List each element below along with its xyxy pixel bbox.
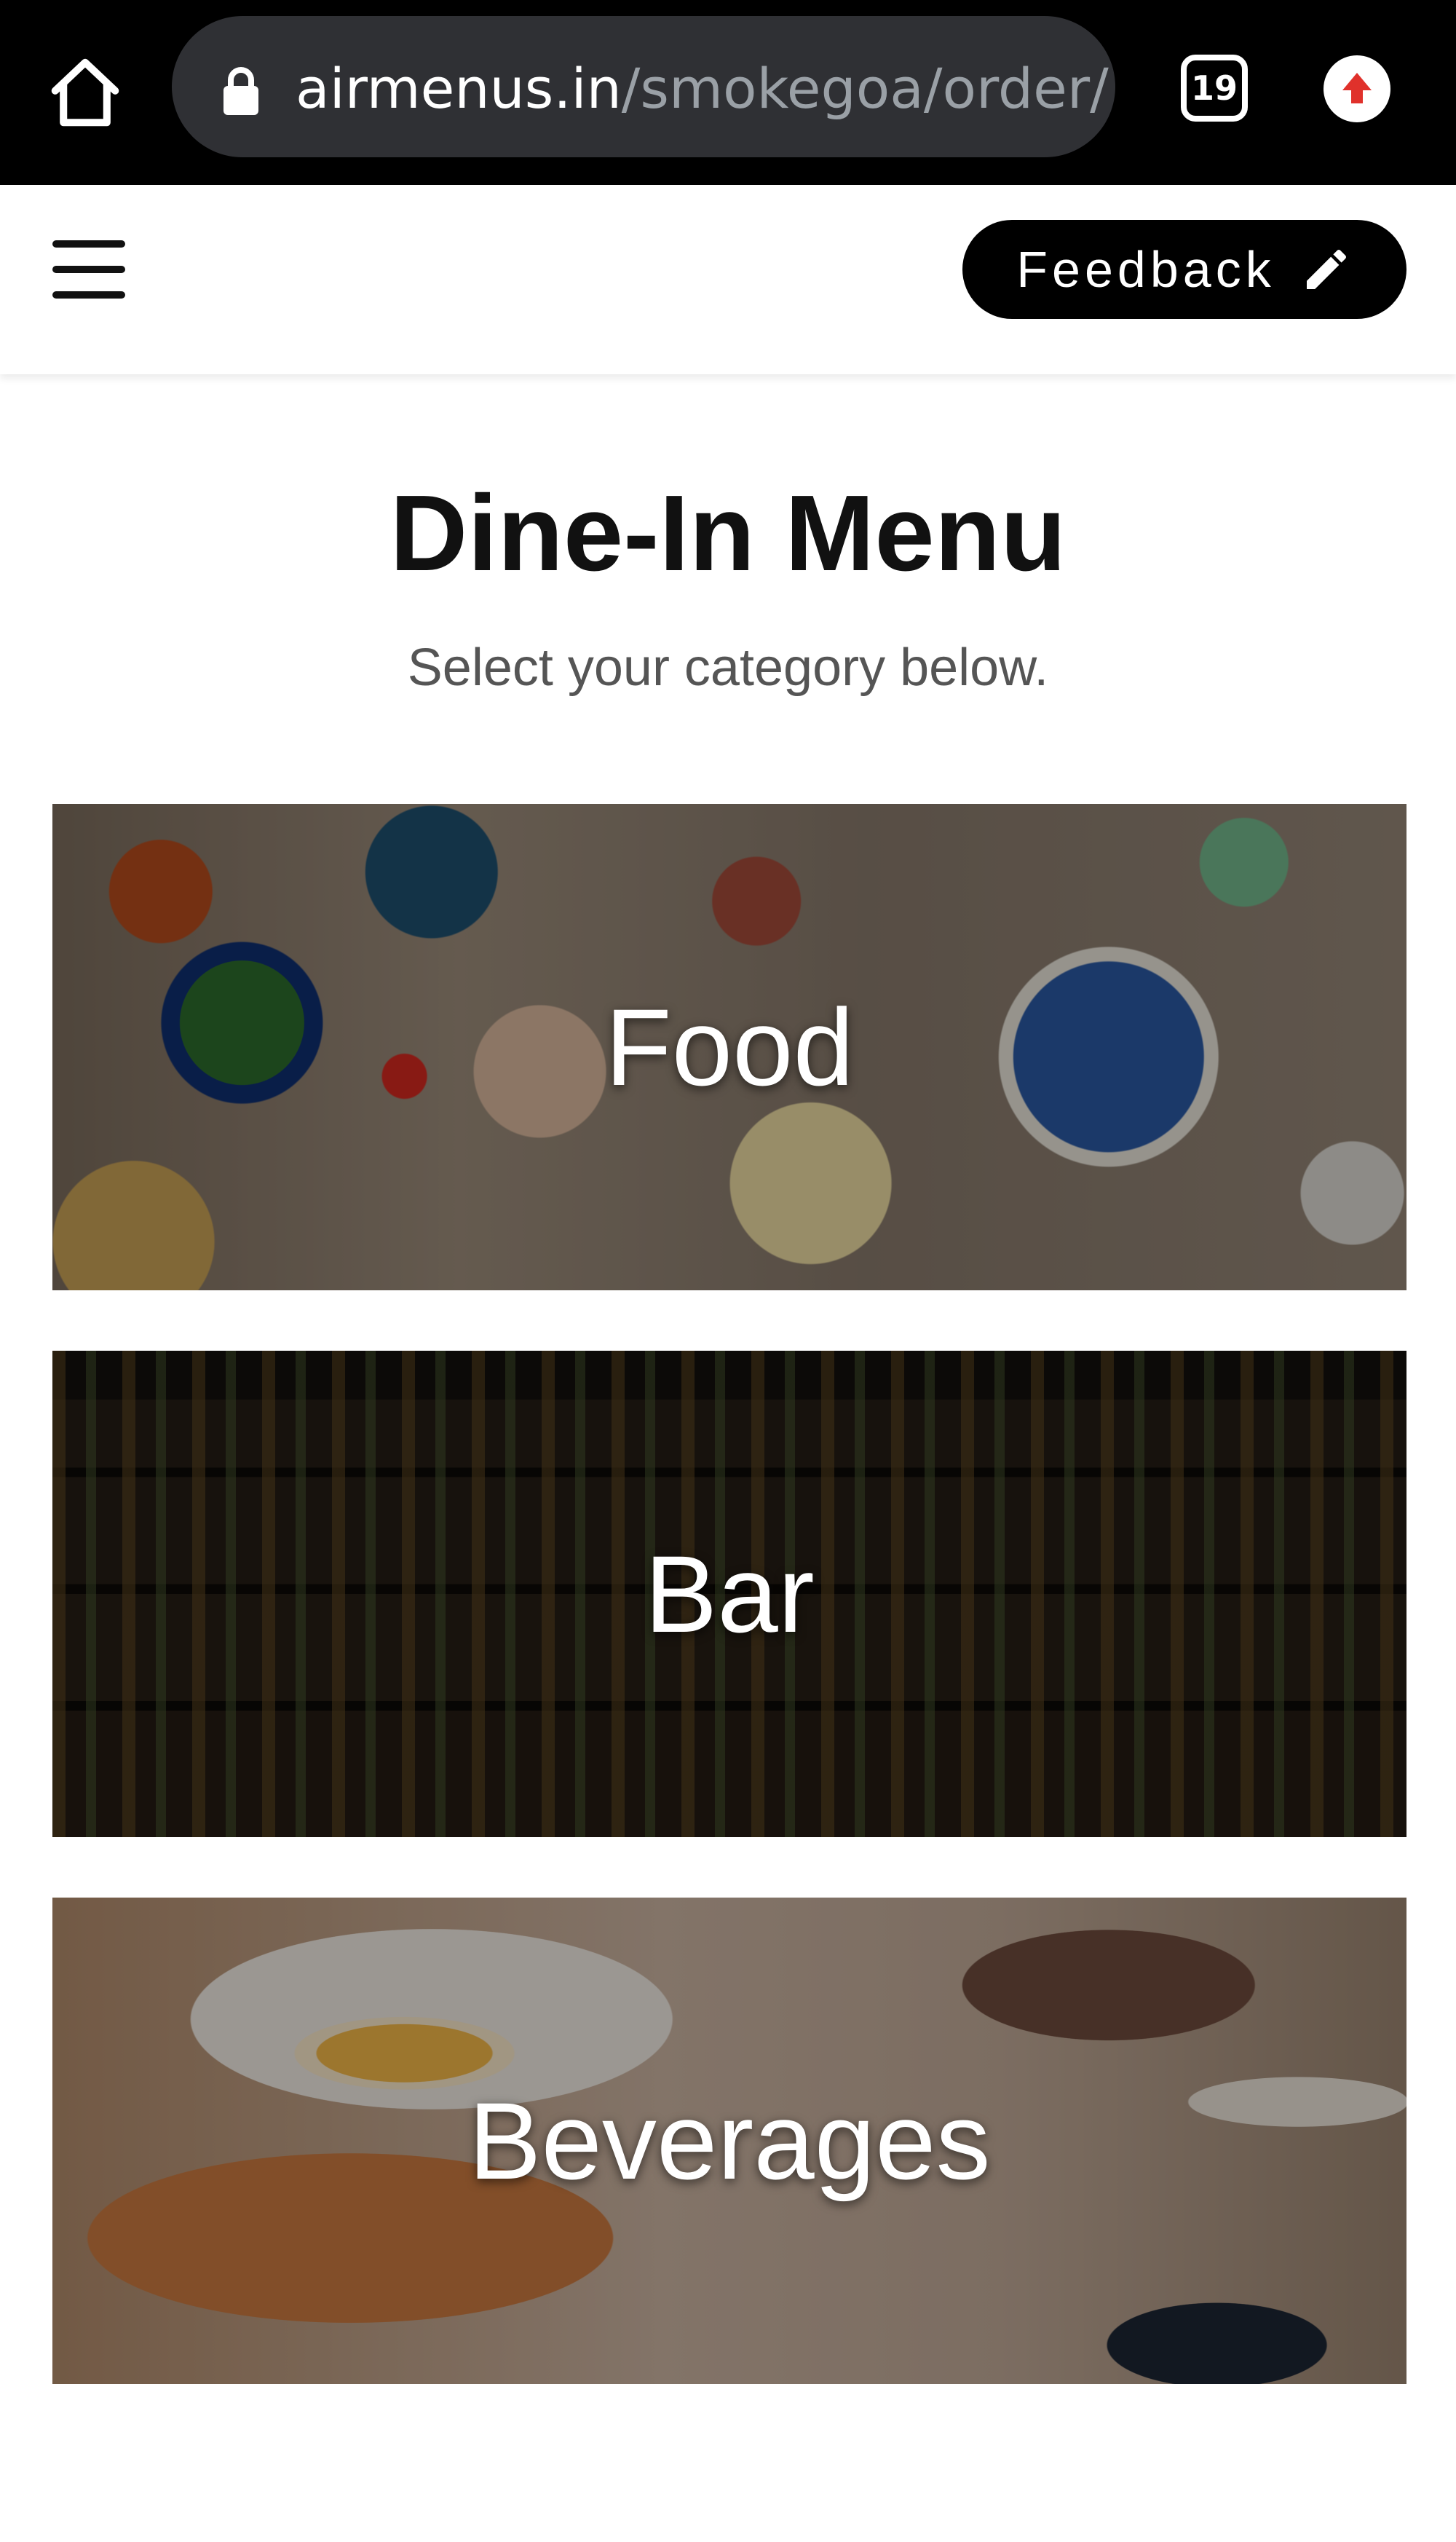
update-icon[interactable] [1324,55,1390,122]
feedback-button[interactable]: Feedback [962,220,1406,319]
url-text[interactable]: airmenus.in/smokegoa/order/ [296,49,1109,129]
page-subtitle: Select your category below. [407,639,1049,697]
home-icon[interactable] [45,52,125,133]
url-domain: airmenus.in [296,56,622,121]
tab-count: 19 [1190,68,1238,108]
url-path: /smokegoa/order/ [621,56,1109,121]
category-label: Beverages [468,2079,991,2202]
browser-toolbar: airmenus.in/smokegoa/order/ 19 [0,0,1456,185]
lock-icon [221,64,261,117]
tab-switcher-button[interactable]: 19 [1181,55,1248,122]
site-header: Feedback [0,185,1456,374]
menu-icon[interactable] [52,240,125,299]
category-card-beverages[interactable]: Beverages [52,1898,1406,2384]
category-card-bar[interactable]: Bar [52,1351,1406,1837]
category-label: Bar [644,1532,815,1655]
category-label: Food [605,985,854,1108]
pencil-icon [1306,249,1346,289]
page-title: Dine-In Menu [389,473,1067,593]
feedback-label: Feedback [1016,241,1275,298]
category-card-food[interactable]: Food [52,804,1406,1290]
